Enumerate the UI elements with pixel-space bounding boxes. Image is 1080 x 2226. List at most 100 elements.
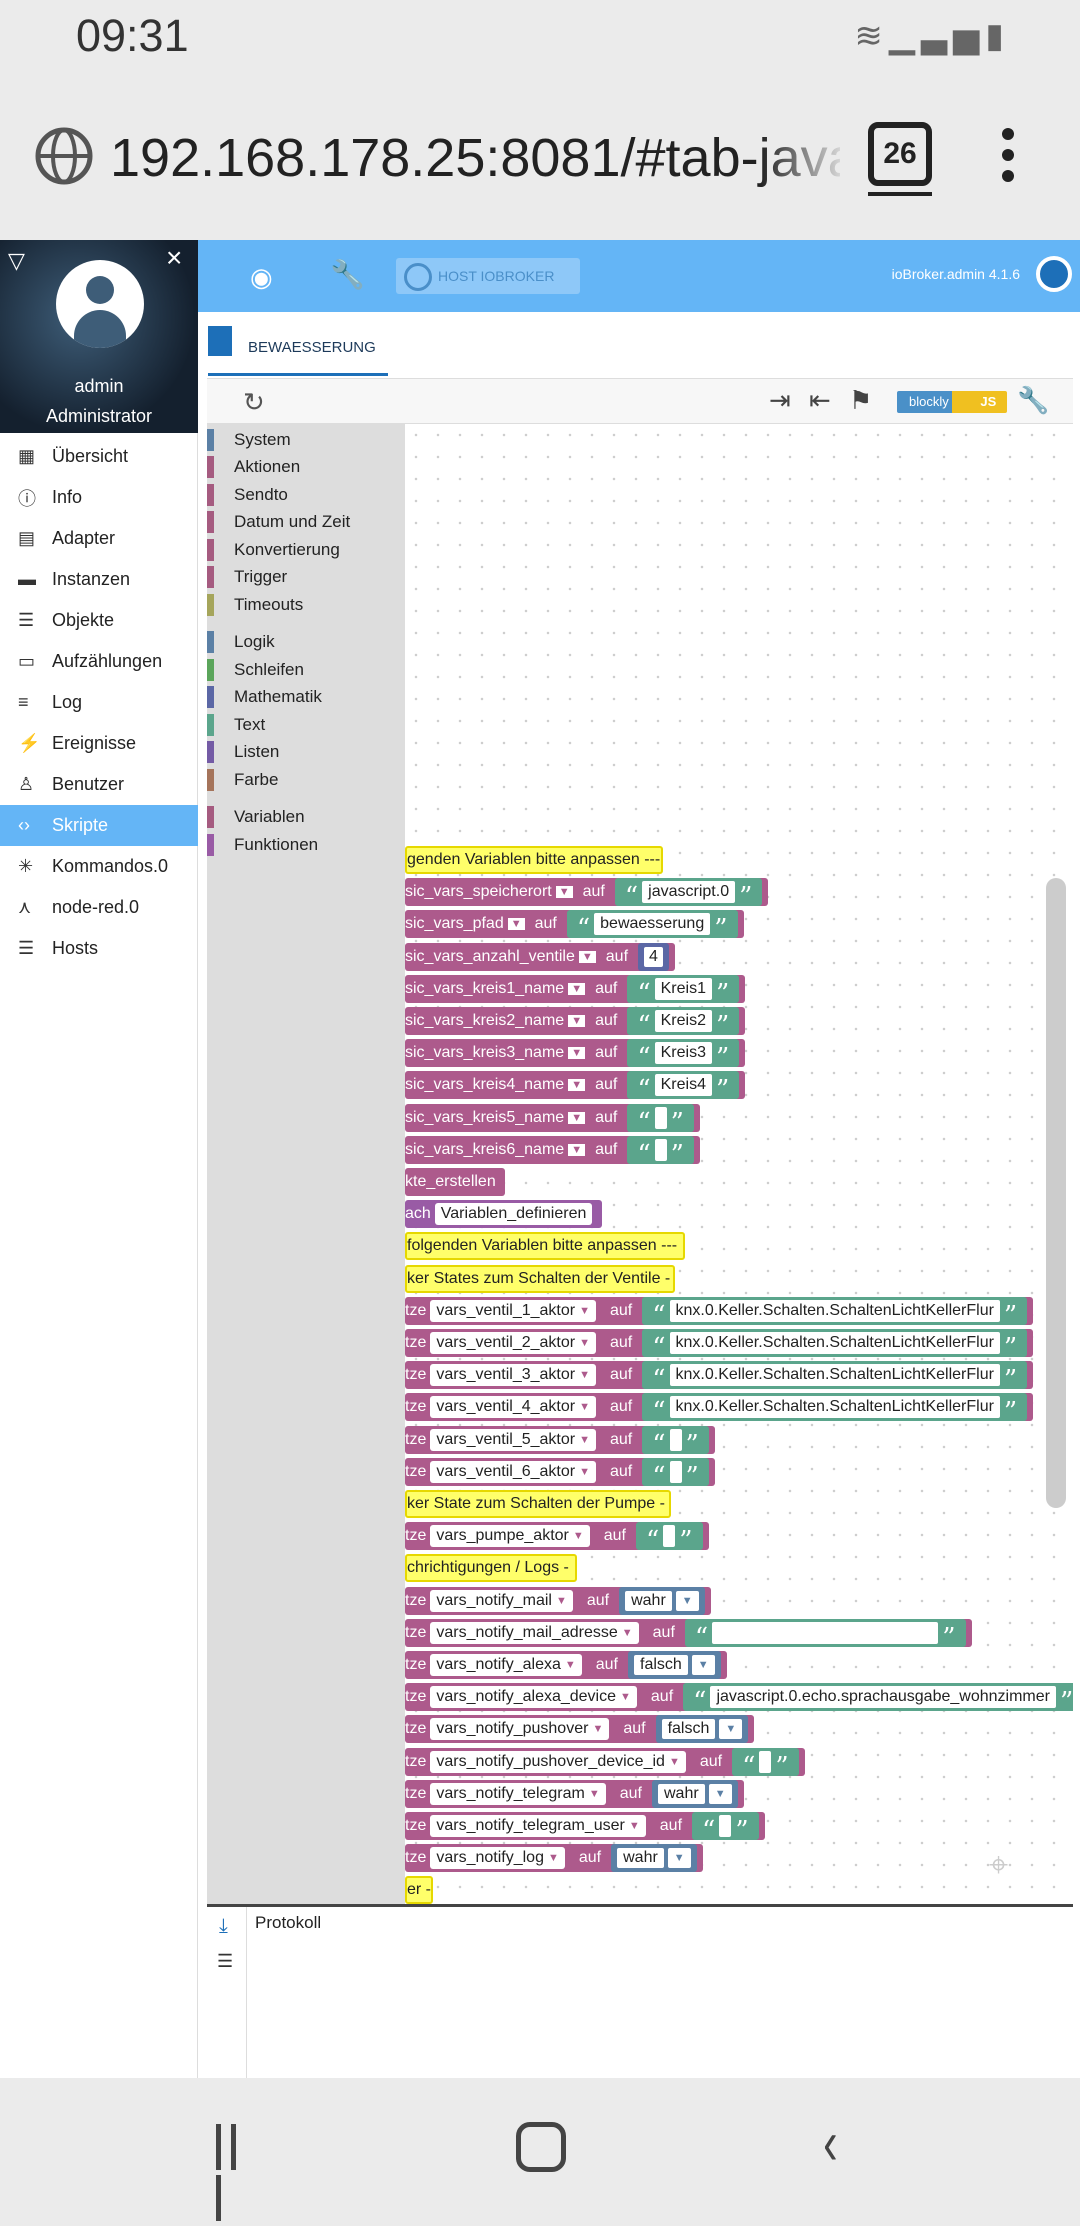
- dropdown-icon[interactable]: ▼: [669, 1751, 680, 1773]
- category-schleifen[interactable]: Schleifen: [207, 656, 405, 684]
- set-variable-block[interactable]: sic_vars_speicherort ▼ auf “javascript.0”: [405, 878, 769, 910]
- sidebar-item-hosts[interactable]: ☰ Hosts: [0, 928, 198, 969]
- category-aktionen[interactable]: Aktionen: [207, 454, 405, 482]
- comment-block[interactable]: chrichtigungen / Logs -: [405, 1554, 577, 1583]
- category-trigger[interactable]: Trigger: [207, 564, 405, 592]
- recenter-icon[interactable]: ⌖: [989, 1846, 1008, 1885]
- string-block[interactable]: “javascript.0.echo.sprachausgabe_wohnzim…: [683, 1683, 1073, 1715]
- set-variable-block[interactable]: tze vars_ventil_2_aktor ▼ auf “knx.0.Keller.…: [405, 1329, 1034, 1361]
- sidebar-item-aufz-hlungen[interactable]: ▭ Aufzählungen: [0, 641, 198, 682]
- tab-bewaesserung[interactable]: BEWAESSERUNG: [208, 326, 388, 376]
- string-block[interactable]: “”: [732, 1747, 799, 1780]
- dropdown-icon[interactable]: ▼: [568, 1047, 586, 1060]
- comment-block[interactable]: er -: [405, 1876, 433, 1904]
- dropdown-icon[interactable]: ▼: [719, 1719, 743, 1740]
- string-value[interactable]: knx.0.Keller.Schalten.SchaltenLichtKelle…: [669, 1364, 1000, 1387]
- variable-name[interactable]: sic_vars_kreis2_name: [405, 1012, 564, 1030]
- tab-count-button[interactable]: 26: [868, 122, 932, 196]
- string-block[interactable]: “bewaesserung”: [566, 910, 738, 942]
- boolean-block[interactable]: wahr ▼: [652, 1779, 738, 1808]
- string-value[interactable]: [669, 1428, 682, 1451]
- dropdown-icon[interactable]: ▼: [568, 982, 586, 995]
- string-block[interactable]: “”: [627, 1135, 694, 1168]
- dropdown-icon[interactable]: ▼: [675, 1590, 699, 1611]
- dropdown-icon[interactable]: ▼: [579, 1396, 590, 1418]
- dropdown-icon[interactable]: ▼: [556, 1590, 567, 1612]
- string-block[interactable]: “”: [627, 1103, 694, 1136]
- boolean-value[interactable]: falsch: [634, 1655, 688, 1675]
- category-funktionen[interactable]: Funktionen: [207, 831, 405, 859]
- string-value[interactable]: Kreis1: [654, 977, 712, 1000]
- string-value[interactable]: bewaesserung: [594, 913, 711, 936]
- dropdown-icon[interactable]: ▼: [589, 1783, 600, 1805]
- vertical-scrollbar[interactable]: [1046, 878, 1066, 1508]
- set-variable-block[interactable]: sic_vars_kreis1_name ▼ auf “Kreis1”: [405, 974, 746, 1007]
- string-block[interactable]: “knx.0.Keller.Schalten.SchaltenLichtKell…: [642, 1296, 1028, 1329]
- variable-name[interactable]: sic_vars_speicherort: [405, 883, 552, 901]
- variable-name[interactable]: vars_pumpe_aktor ▼: [430, 1525, 590, 1548]
- string-block[interactable]: “”: [692, 1812, 759, 1844]
- sidebar-item-kommandos-0[interactable]: ✳ Kommandos.0: [0, 846, 198, 887]
- back-icon[interactable]: ‹: [823, 2108, 837, 2179]
- dropdown-icon[interactable]: ▼: [555, 886, 573, 899]
- variable-name[interactable]: vars_ventil_6_aktor ▼: [430, 1460, 596, 1483]
- set-variable-block[interactable]: sic_vars_anzahl_ventile ▼ auf 4: [405, 942, 675, 971]
- function-block[interactable]: ach Variablen_definieren: [405, 1200, 603, 1229]
- string-value[interactable]: knx.0.Keller.Schalten.SchaltenLichtKelle…: [669, 1299, 1000, 1322]
- collapse-icon[interactable]: ▽: [8, 248, 25, 274]
- set-variable-block[interactable]: tze vars_pumpe_aktor ▼ auf “”: [405, 1522, 709, 1554]
- blockly-js-toggle[interactable]: blockly JS: [897, 391, 1007, 413]
- variable-name[interactable]: vars_notify_mail ▼: [430, 1589, 573, 1612]
- sidebar-item-skripte[interactable]: ‹› Skripte: [0, 805, 198, 846]
- host-selector[interactable]: HOST IOBROKER: [396, 258, 580, 294]
- sidebar-item-instanzen[interactable]: ▬ Instanzen: [0, 559, 198, 600]
- set-variable-block[interactable]: tze vars_ventil_4_aktor ▼ auf “knx.0.Keller.…: [405, 1393, 1034, 1425]
- boolean-block[interactable]: falsch ▼: [628, 1651, 721, 1679]
- string-block[interactable]: “Kreis2”: [627, 1007, 740, 1039]
- blockly-workspace[interactable]: System Aktionen Sendto Datum und Zeit Konver…: [207, 424, 1073, 1904]
- dropdown-icon[interactable]: ▼: [579, 1332, 590, 1354]
- boolean-value[interactable]: wahr: [625, 1590, 672, 1611]
- wrench-icon[interactable]: 🔧: [330, 258, 365, 291]
- set-variable-block[interactable]: sic_vars_kreis3_name ▼ auf “Kreis3”: [405, 1039, 746, 1071]
- refresh-icon[interactable]: ↻: [243, 387, 265, 418]
- variable-name[interactable]: vars_notify_alexa_device ▼: [430, 1686, 637, 1709]
- sidebar-item-adapter[interactable]: ▤ Adapter: [0, 518, 198, 559]
- category-system[interactable]: System: [207, 426, 405, 454]
- list-icon[interactable]: ☰: [217, 1951, 233, 1972]
- variable-name[interactable]: vars_ventil_3_aktor ▼: [430, 1364, 596, 1387]
- set-variable-block[interactable]: tze vars_notify_alexa_device ▼ auf “javascri…: [405, 1683, 1073, 1715]
- variable-name[interactable]: vars_notify_telegram_user ▼: [430, 1815, 646, 1837]
- download-icon[interactable]: ⤓: [219, 1915, 228, 1938]
- set-variable-block[interactable]: tze vars_notify_mail ▼ auf wahr ▼: [405, 1586, 711, 1615]
- set-variable-block[interactable]: tze vars_notify_log ▼ auf wahr ▼: [405, 1844, 703, 1873]
- number-value[interactable]: 4: [644, 946, 663, 967]
- dropdown-icon[interactable]: ▼: [667, 1848, 691, 1869]
- category-logik[interactable]: Logik: [207, 629, 405, 657]
- category-text[interactable]: Text: [207, 711, 405, 739]
- dropdown-icon[interactable]: ▼: [568, 1015, 586, 1027]
- set-variable-block[interactable]: sic_vars_kreis4_name ▼ auf “Kreis4”: [405, 1071, 746, 1103]
- flag-icon[interactable]: ⚑: [849, 385, 872, 416]
- string-value[interactable]: Kreis2: [654, 1010, 712, 1032]
- dropdown-icon[interactable]: ▼: [708, 1783, 732, 1804]
- variable-name[interactable]: vars_notify_mail_adresse ▼: [430, 1621, 639, 1644]
- category-mathematik[interactable]: Mathematik: [207, 684, 405, 712]
- category-datum-und-zeit[interactable]: Datum und Zeit: [207, 509, 405, 537]
- dropdown-icon[interactable]: ▼: [622, 1622, 633, 1644]
- variable-name[interactable]: vars_ventil_1_aktor ▼: [430, 1299, 596, 1322]
- sidebar-item--bersicht[interactable]: ▦ Übersicht: [0, 436, 198, 477]
- dropdown-icon[interactable]: ▼: [579, 1300, 590, 1322]
- set-variable-block[interactable]: sic_vars_kreis6_name ▼ auf “”: [405, 1135, 700, 1168]
- category-listen[interactable]: Listen: [207, 739, 405, 767]
- string-block[interactable]: “Kreis1”: [627, 974, 740, 1007]
- sidebar-item-objekte[interactable]: ☰ Objekte: [0, 600, 198, 641]
- string-value[interactable]: knx.0.Keller.Schalten.SchaltenLichtKelle…: [669, 1396, 1000, 1419]
- dropdown-icon[interactable]: ▼: [568, 1143, 586, 1156]
- set-variable-block[interactable]: sic_vars_kreis5_name ▼ auf “”: [405, 1103, 700, 1136]
- variable-name[interactable]: sic_vars_kreis3_name: [405, 1044, 564, 1062]
- category-variablen[interactable]: Variablen: [207, 804, 405, 832]
- set-variable-block[interactable]: tze vars_ventil_3_aktor ▼ auf “knx.0.Keller.…: [405, 1361, 1034, 1393]
- string-value[interactable]: [654, 1138, 667, 1161]
- string-value[interactable]: [712, 1621, 939, 1644]
